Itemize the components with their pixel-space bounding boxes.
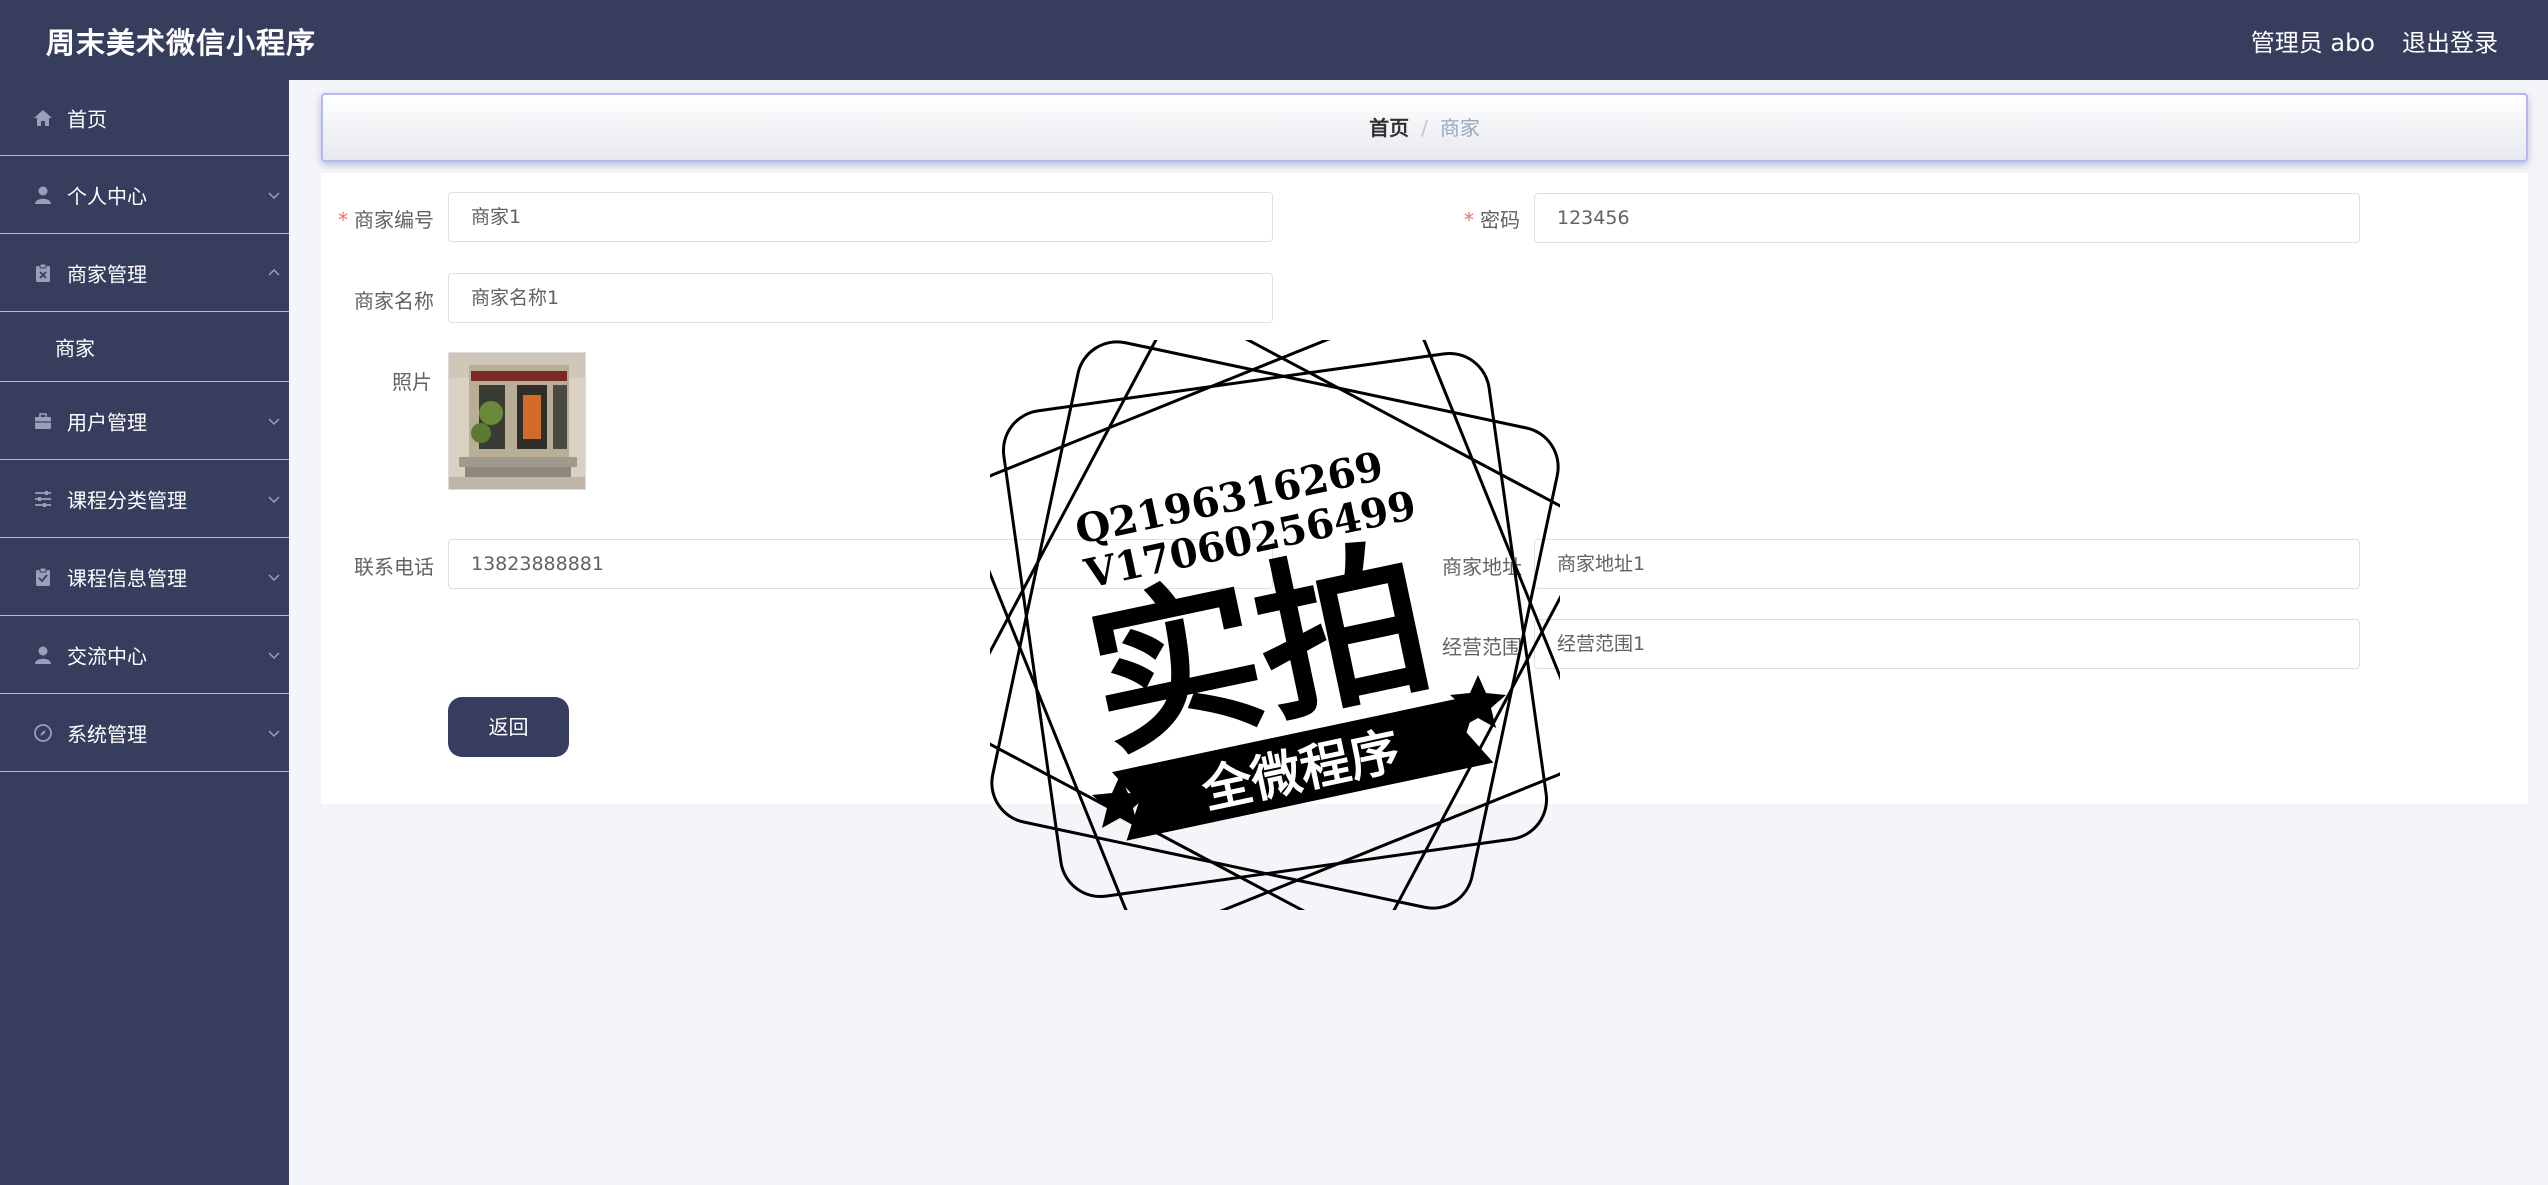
photo-label: 照片: [392, 370, 432, 394]
breadcrumb-current: 商家: [1439, 116, 1480, 140]
sidebar-subitem-merchant[interactable]: 商家: [0, 312, 289, 382]
chevron-down-icon: [268, 651, 280, 659]
merchant-name-input[interactable]: 商家名称1: [448, 273, 1273, 323]
sidebar-item-label: 首页: [67, 107, 107, 131]
clipboard-check-icon: [36, 567, 50, 586]
merchant-detail-form: [321, 173, 2528, 804]
chevron-down-icon: [268, 495, 280, 503]
chevron-down-icon: [268, 573, 280, 581]
sidebar-item-label: 商家管理: [67, 262, 147, 286]
sidebar-item-label: 个人中心: [67, 184, 147, 208]
sidebar-item-merchant-management[interactable]: 商家管理: [0, 234, 289, 312]
sidebar-item-label: 课程分类管理: [67, 488, 187, 512]
sidebar-item-label: 用户管理: [67, 410, 147, 434]
home-icon: [34, 109, 52, 126]
back-button[interactable]: 返回: [448, 697, 569, 757]
chevron-down-icon: [268, 191, 280, 199]
chevron-down-icon: [268, 729, 280, 737]
sidebar-item-user-management[interactable]: 用户管理: [0, 382, 289, 460]
chevron-up-icon: [268, 268, 280, 276]
chevron-down-icon: [268, 417, 280, 425]
merchant-no-input[interactable]: 商家1: [448, 192, 1273, 242]
person-icon: [35, 646, 51, 664]
sidebar-item-system-management[interactable]: 系统管理: [0, 694, 289, 772]
merchant-no-label: * 商家编号: [338, 208, 434, 232]
sidebar-item-personal-center[interactable]: 个人中心: [0, 156, 289, 234]
phone-input[interactable]: 13823888881: [448, 539, 1273, 589]
app-title: 周末美术微信小程序: [46, 26, 317, 60]
sidebar-item-exchange-center[interactable]: 交流中心: [0, 616, 289, 694]
sidebar-item-course-category-management[interactable]: 课程分类管理: [0, 460, 289, 538]
top-header: 周末美术微信小程序 管理员 abo 退出登录: [0, 0, 2548, 80]
breadcrumb-separator: /: [1421, 116, 1428, 140]
sidebar: 首页 个人中心 商家管理 商家 用户管理 课程分类管理 课程信息管理 交流中心 …: [0, 80, 289, 1185]
current-user: 管理员 abo: [2250, 29, 2375, 57]
address-input[interactable]: 商家地址1: [1534, 539, 2360, 589]
required-mark: *: [338, 208, 348, 232]
scope-label: 经营范围: [1442, 635, 1522, 659]
address-label: 商家地址: [1442, 555, 1522, 579]
briefcase-icon: [35, 412, 51, 429]
breadcrumb-home[interactable]: 首页: [1369, 116, 1409, 140]
breadcrumb: 首页 / 商家: [321, 93, 2528, 162]
sliders-icon: [35, 490, 51, 507]
clipboard-icon: [36, 263, 50, 282]
scope-input[interactable]: 经营范围1: [1534, 619, 2360, 669]
sidebar-item-home[interactable]: 首页: [0, 80, 289, 156]
merchant-name-label: 商家名称: [354, 289, 434, 313]
sidebar-item-label: 交流中心: [67, 644, 147, 668]
sidebar-item-label: 课程信息管理: [67, 566, 187, 590]
sidebar-item-course-info-management[interactable]: 课程信息管理: [0, 538, 289, 616]
sidebar-item-label: 系统管理: [67, 722, 147, 746]
password-input[interactable]: 123456: [1534, 193, 2360, 243]
password-label: * 密码: [1464, 208, 1520, 232]
required-mark: *: [1464, 208, 1474, 232]
compass-icon: [34, 723, 52, 742]
logout-link[interactable]: 退出登录: [2402, 23, 2498, 58]
merchant-photo[interactable]: [448, 352, 586, 490]
sidebar-subitem-label: 商家: [55, 336, 95, 360]
person-icon: [35, 186, 51, 204]
phone-label: 联系电话: [354, 555, 434, 579]
shop-front-image: [449, 353, 585, 489]
